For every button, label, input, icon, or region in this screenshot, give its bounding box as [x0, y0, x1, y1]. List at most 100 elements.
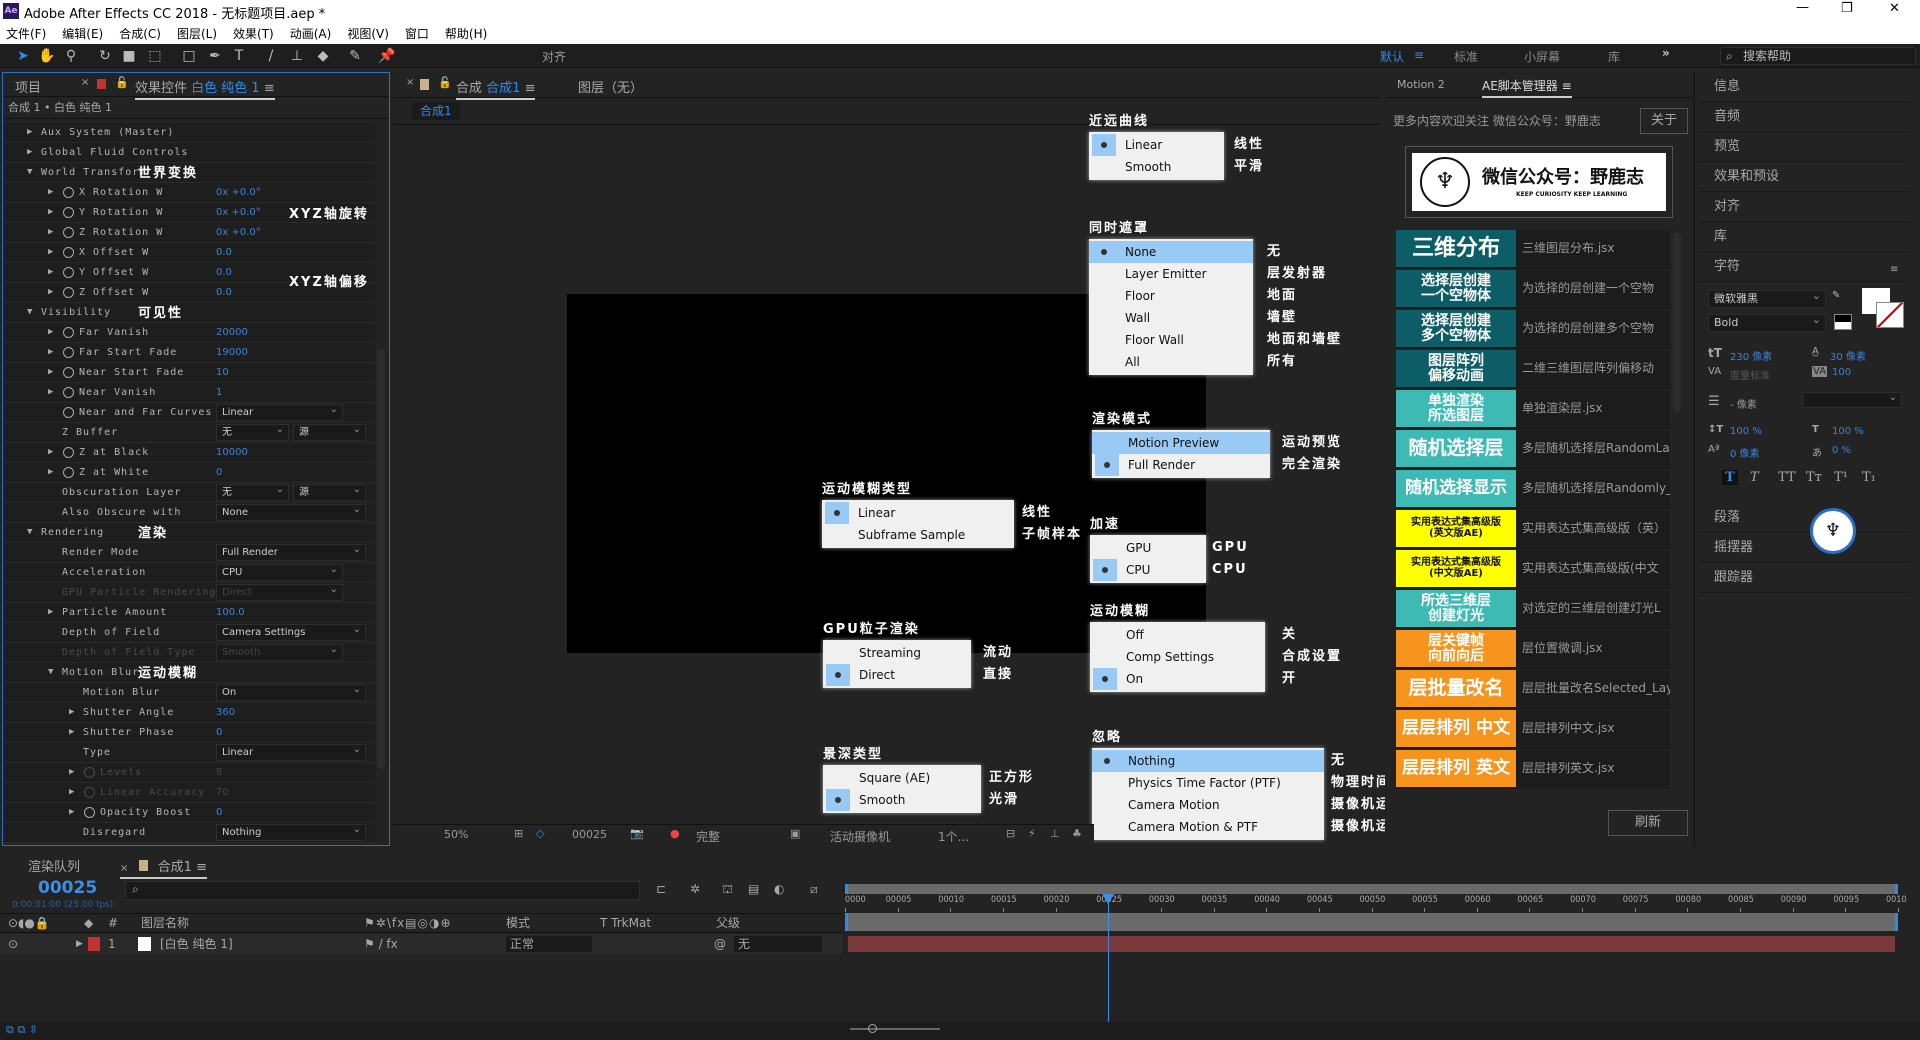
- stopwatch-icon[interactable]: [63, 347, 74, 358]
- vertical-scale-value[interactable]: 100 %: [1730, 426, 1762, 437]
- puppet-pin-tool-icon[interactable]: 📌: [378, 47, 396, 65]
- layer-duration-bar[interactable]: [848, 936, 1895, 952]
- script-list-scrollbar[interactable]: [1673, 232, 1681, 412]
- panel-item[interactable]: 字符: [1700, 252, 1910, 282]
- menu-item[interactable]: 文件(F): [6, 25, 46, 42]
- frame-blending-icon[interactable]: ▤: [748, 882, 759, 896]
- lock-icon[interactable]: 🔓: [115, 76, 129, 89]
- dropdown-option[interactable]: GPU: [1090, 537, 1206, 559]
- pan-behind-tool-icon[interactable]: ⬚: [146, 47, 164, 65]
- property-value[interactable]: 10: [216, 363, 229, 382]
- property-dropdown[interactable]: Nothing: [216, 822, 366, 841]
- playhead-handle[interactable]: [1102, 894, 1115, 904]
- expand-triangle-icon[interactable]: ▶: [48, 183, 54, 202]
- property-value[interactable]: 360: [216, 703, 235, 722]
- layer-row[interactable]: ⊙ ▶ 1 [白色 纯色 1] ⚑ / fx 正常 @ 无: [0, 934, 842, 954]
- expand-triangle-icon[interactable]: ▶: [48, 603, 54, 622]
- dropdown-option[interactable]: Physics Time Factor (PTF): [1092, 772, 1324, 794]
- property-value[interactable]: 0.0: [216, 283, 232, 302]
- dropdown-option[interactable]: Streaming: [823, 642, 971, 664]
- work-area-bar[interactable]: [845, 884, 1898, 894]
- expand-triangle-icon[interactable]: ▶: [69, 703, 75, 722]
- comp-breadcrumb[interactable]: 合成1: [412, 102, 460, 120]
- dropdown-option[interactable]: Layer Emitter: [1089, 263, 1253, 285]
- property-dropdown[interactable]: Direct: [216, 582, 343, 601]
- effect-row[interactable]: Disregard Nothing: [3, 822, 375, 843]
- script-button[interactable]: 层层排列 中文: [1396, 710, 1516, 747]
- tab-effect-controls[interactable]: 效果控件 白色 纯色 1 ≡: [135, 77, 275, 100]
- dropdown-option[interactable]: Full Render: [1092, 454, 1270, 476]
- dropdown-option[interactable]: On: [1090, 668, 1265, 690]
- timecode[interactable]: 00025: [38, 878, 97, 898]
- layer-name[interactable]: [白色 纯色 1]: [160, 934, 233, 954]
- expand-triangle-icon[interactable]: ▶: [69, 783, 75, 802]
- dropdown-option[interactable]: Floor: [1089, 285, 1253, 307]
- panel-item[interactable]: 预览: [1700, 132, 1910, 162]
- playhead[interactable]: [1102, 894, 1115, 1022]
- tsume-value[interactable]: 0 %: [1832, 445, 1851, 456]
- property-dropdown[interactable]: Smooth: [216, 642, 343, 661]
- draft-3d-icon[interactable]: ✲: [690, 882, 700, 896]
- text-tool-icon[interactable]: T: [230, 47, 248, 65]
- property-value[interactable]: 0x +0.0°: [216, 203, 261, 222]
- expand-triangle-icon[interactable]: ▶: [48, 443, 54, 462]
- layer-search-input[interactable]: ⌕: [125, 881, 640, 900]
- script-button[interactable]: 随机选择层: [1396, 430, 1516, 467]
- expand-triangle-icon[interactable]: ▶: [69, 723, 75, 742]
- property-value[interactable]: 0: [216, 723, 222, 742]
- property-value[interactable]: 20000: [216, 323, 248, 342]
- reset-exposure-icon[interactable]: ⊟: [1006, 827, 1015, 840]
- default-colors-icon[interactable]: [1834, 314, 1852, 330]
- text-style-button[interactable]: T: [1750, 470, 1759, 485]
- roto-brush-tool-icon[interactable]: ✎: [346, 47, 364, 65]
- tab-project[interactable]: 项目: [15, 77, 41, 96]
- camera-tool-icon[interactable]: ■: [120, 47, 138, 65]
- dropdown-option[interactable]: Comp Settings: [1090, 646, 1265, 668]
- refresh-button[interactable]: 刷新: [1608, 810, 1688, 836]
- script-button[interactable]: 实用表达式集高级版 (英文版AE): [1396, 510, 1516, 547]
- collapse-triangle-icon[interactable]: ▼: [48, 663, 54, 682]
- dropdown-option[interactable]: Subframe Sample: [822, 524, 1014, 546]
- menu-item[interactable]: 动画(A): [290, 25, 332, 42]
- effect-row[interactable]: ▶ Linear Accuracy 70: [3, 783, 375, 803]
- effect-row[interactable]: ▶ Particle Amount 100.0: [3, 603, 375, 623]
- property-dropdown[interactable]: 源: [293, 422, 366, 441]
- pen-tool-icon[interactable]: ✒: [206, 47, 224, 65]
- dropdown-option[interactable]: Camera Motion: [1092, 794, 1324, 816]
- close-tab-icon[interactable]: ×: [81, 77, 89, 88]
- tab-motion2[interactable]: Motion 2: [1397, 78, 1445, 91]
- workspace-more-button[interactable]: »: [1662, 46, 1670, 60]
- script-button[interactable]: 随机选择显示: [1396, 470, 1516, 507]
- stopwatch-icon[interactable]: [84, 787, 95, 798]
- stopwatch-icon[interactable]: [63, 267, 74, 278]
- workspace-tab[interactable]: 默认: [1380, 48, 1404, 65]
- shy-layers-icon[interactable]: ⛫: [722, 882, 733, 898]
- text-style-button[interactable]: T¹: [1834, 470, 1848, 485]
- text-style-button[interactable]: T: [1722, 470, 1738, 485]
- toggle-switches-icon[interactable]: ⧉ ⧉ ⇳: [6, 1023, 38, 1037]
- close-icon[interactable]: ✕: [1889, 1, 1900, 16]
- property-value[interactable]: 19000: [216, 343, 248, 362]
- effect-row[interactable]: Obscuration Layer 无源: [3, 482, 375, 503]
- panel-item[interactable]: 摇摆器: [1700, 533, 1910, 563]
- timeline-icon[interactable]: ⊥: [1050, 827, 1060, 840]
- property-dropdown[interactable]: Full Render: [216, 542, 366, 561]
- expand-triangle-icon[interactable]: ▶: [48, 323, 54, 342]
- stopwatch-icon[interactable]: [63, 387, 74, 398]
- stopwatch-icon[interactable]: [63, 407, 74, 418]
- minimize-icon[interactable]: —: [1796, 0, 1809, 15]
- menu-item[interactable]: 编辑(E): [62, 25, 103, 42]
- property-value[interactable]: 0: [216, 803, 222, 822]
- dropdown-option[interactable]: Smooth: [1089, 156, 1224, 178]
- tab-layer[interactable]: 图层（无）: [578, 77, 643, 96]
- restore-icon[interactable]: ❐: [1841, 1, 1853, 16]
- color-channels-icon[interactable]: ●: [670, 827, 680, 840]
- col-layer-name[interactable]: 图层名称: [141, 914, 189, 932]
- property-dropdown[interactable]: None: [216, 502, 366, 521]
- property-value[interactable]: 100.0: [216, 603, 245, 622]
- time-navigator[interactable]: [845, 913, 1898, 931]
- effect-row[interactable]: ▶ X Offset W 0.0: [3, 243, 375, 263]
- close-tab-icon[interactable]: ×: [120, 863, 128, 874]
- stopwatch-icon[interactable]: [63, 327, 74, 338]
- effect-row[interactable]: ▼ Visibility: [3, 303, 375, 323]
